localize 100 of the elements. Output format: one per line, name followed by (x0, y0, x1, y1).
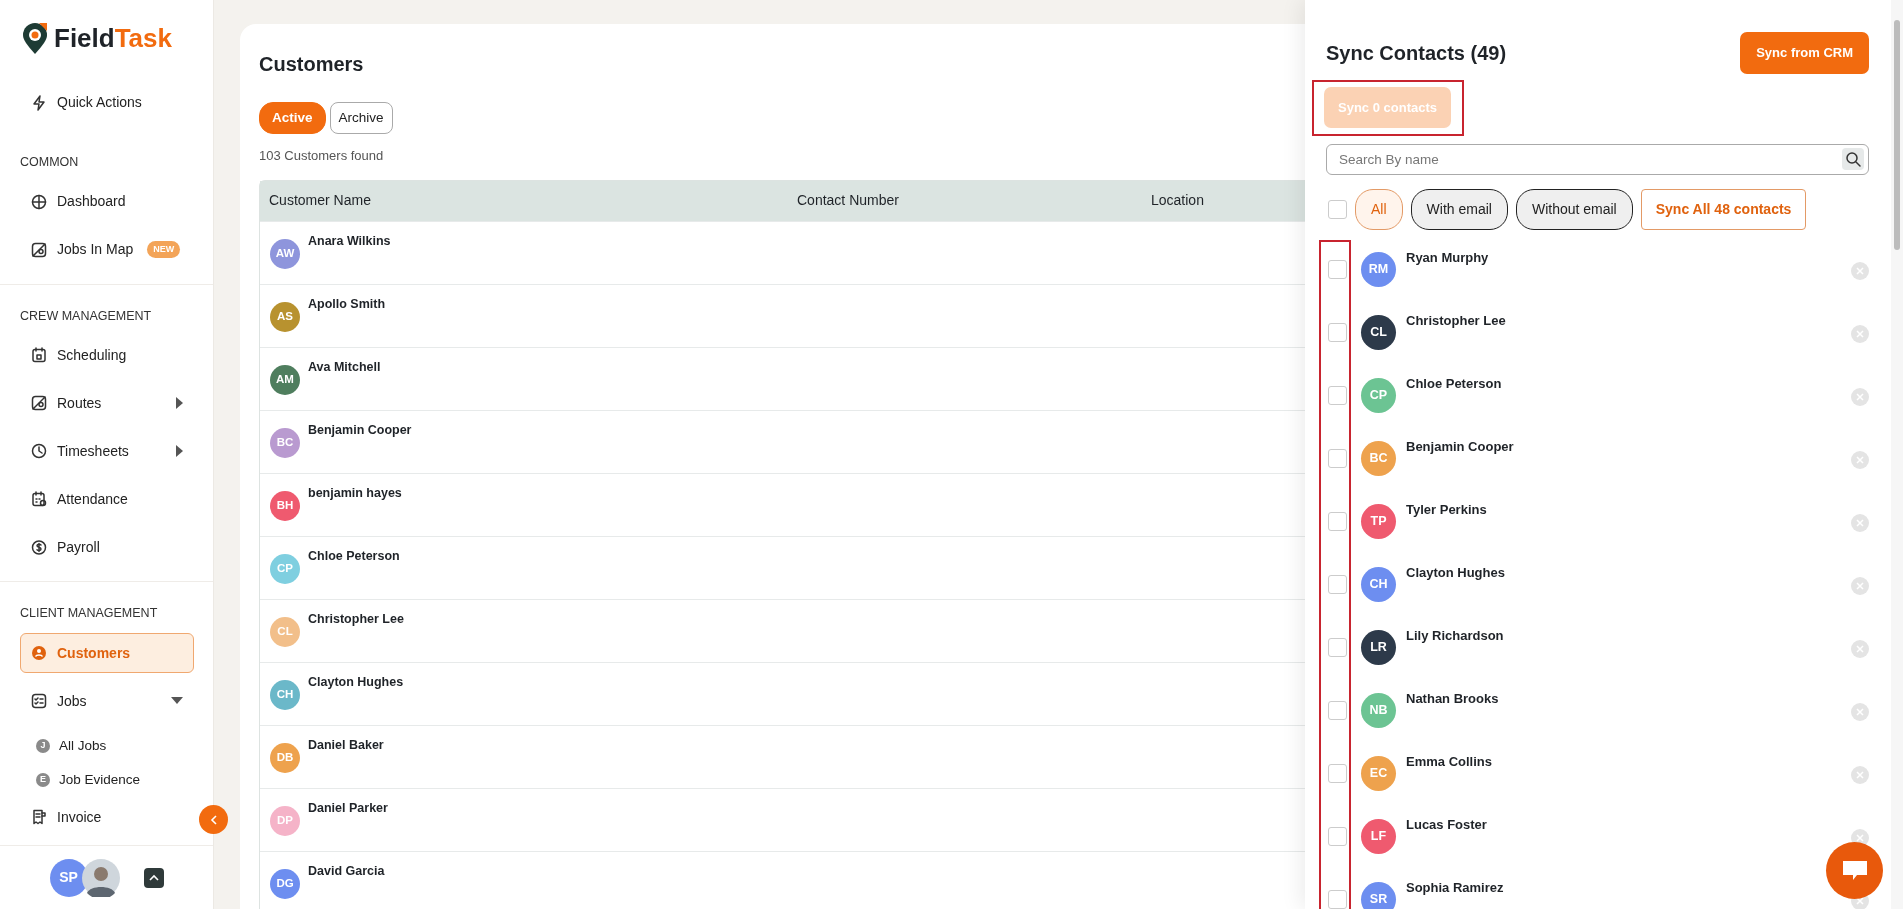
close-icon (1856, 834, 1864, 842)
customer-name[interactable]: Christopher Lee (308, 609, 404, 629)
sidebar-item[interactable]: Attendance (20, 479, 194, 520)
column-header: Contact Number (797, 192, 899, 209)
contact-name: Chloe Peterson (1406, 375, 1502, 393)
column-header: Location (1151, 192, 1204, 209)
filter-pill[interactable]: With email (1410, 189, 1508, 230)
chat-button[interactable] (1826, 842, 1883, 899)
customer-avatar: DG (270, 868, 300, 899)
customer-name[interactable]: Apollo Smith (308, 294, 386, 314)
contact-name: Ryan Murphy (1406, 249, 1489, 267)
sidebar-item[interactable]: Scheduling (20, 335, 194, 376)
contact-avatar: BC (1361, 441, 1396, 476)
section-heading: CLIENT MANAGEMENT (19, 605, 159, 623)
result-count: 103 Customers found (259, 147, 384, 166)
profile-avatar[interactable] (81, 858, 120, 897)
sidebar-item[interactable]: Payroll (20, 527, 194, 568)
customer-name[interactable]: Chloe Peterson (308, 546, 400, 566)
close-icon (1856, 708, 1864, 716)
contact-name: Lily Richardson (1406, 627, 1504, 645)
contact-checkbox[interactable] (1328, 386, 1347, 405)
customer-avatar: CP (270, 553, 300, 584)
calendar-icon (31, 347, 47, 364)
section-heading: CREW MANAGEMENT (19, 307, 153, 325)
person-icon (31, 645, 47, 662)
contact-name: Emma Collins (1406, 753, 1492, 771)
contact-name: Benjamin Cooper (1406, 438, 1514, 456)
customer-name[interactable]: Clayton Hughes (308, 672, 404, 692)
expand-up-icon[interactable] (143, 867, 164, 888)
sidebar-item[interactable]: Jobs (20, 681, 194, 722)
customer-name[interactable]: Daniel Baker (308, 735, 384, 755)
close-icon (1856, 582, 1864, 590)
contact-checkbox[interactable] (1328, 701, 1347, 720)
contact-name: Tyler Perkins (1406, 501, 1487, 519)
sidebar-item[interactable]: Timesheets (20, 431, 194, 472)
logo-icon (22, 22, 48, 55)
contact-avatar: CP (1361, 378, 1396, 413)
customer-avatar: AW (270, 238, 300, 269)
customer-avatar: AS (270, 301, 300, 332)
customer-avatar: AM (270, 364, 300, 395)
lightning-icon (31, 94, 47, 111)
contact-avatar: NB (1361, 693, 1396, 728)
close-icon (1856, 771, 1864, 779)
customer-name[interactable]: Daniel Parker (308, 798, 388, 818)
collapse-button[interactable] (199, 805, 228, 834)
customer-name[interactable]: Ava Mitchell (308, 357, 381, 377)
customer-name[interactable]: benjamin hayes (308, 483, 402, 503)
scrollbar[interactable] (1891, 0, 1903, 909)
close-icon (1856, 456, 1864, 464)
filter-tab[interactable]: Archive (329, 102, 393, 135)
page-title: Customers (259, 52, 364, 76)
search-icon[interactable] (1842, 148, 1864, 170)
chevron-left-icon (209, 814, 218, 825)
sidebar-item[interactable]: Jobs In Map NEW (20, 229, 194, 270)
search-field[interactable]: Search By name (1326, 144, 1869, 175)
close-icon (1856, 897, 1864, 905)
clock-icon (31, 443, 47, 460)
contact-avatar: EC (1361, 756, 1396, 791)
contact-checkbox[interactable] (1328, 827, 1347, 846)
contact-checkbox[interactable] (1328, 512, 1347, 531)
checklist-icon (31, 693, 47, 710)
column-header: Customer Name (269, 192, 371, 209)
contact-name: Christopher Lee (1406, 312, 1506, 330)
customer-name[interactable]: Benjamin Cooper (308, 420, 412, 440)
map-icon (31, 395, 47, 412)
contact-checkbox[interactable] (1328, 638, 1347, 657)
contact-checkbox[interactable] (1328, 449, 1347, 468)
filter-pill[interactable]: Without email (1515, 189, 1633, 230)
contact-avatar: LR (1361, 630, 1396, 665)
close-icon (1856, 267, 1864, 275)
close-icon (1856, 330, 1864, 338)
contact-name: Sophia Ramirez (1406, 879, 1504, 897)
contact-checkbox[interactable] (1328, 890, 1347, 909)
sidebar-item[interactable]: Dashboard (20, 181, 194, 222)
customer-name[interactable]: Anara Wilkins (308, 231, 391, 251)
contact-checkbox[interactable] (1328, 575, 1347, 594)
contact-avatar: CL (1361, 315, 1396, 350)
sidebar-subitem[interactable]: E Job Evidence (0, 763, 141, 798)
sync-all-button[interactable]: Sync All 48 contacts (1640, 189, 1807, 230)
sidebar-item[interactable]: Routes (20, 383, 194, 424)
contact-checkbox[interactable] (1328, 260, 1347, 279)
customer-avatar: CH (270, 679, 300, 710)
panel-title: Sync Contacts (49) (1326, 40, 1507, 65)
contact-name: Nathan Brooks (1406, 690, 1499, 708)
customer-name[interactable]: David Garcia (308, 861, 385, 881)
grid-icon (31, 193, 47, 210)
sidebar-subitem[interactable]: J All Jobs (0, 729, 107, 764)
customer-avatar: BH (270, 490, 300, 521)
contact-avatar: RM (1361, 252, 1396, 287)
map-icon (31, 241, 47, 258)
contact-name: Lucas Foster (1406, 816, 1487, 834)
contact-checkbox[interactable] (1328, 764, 1347, 783)
close-icon (1856, 645, 1864, 653)
sidebar-item[interactable]: Invoice (20, 797, 194, 838)
quick-actions-link[interactable]: Quick Actions (20, 82, 194, 123)
select-all-checkbox[interactable] (1328, 200, 1347, 219)
contact-checkbox[interactable] (1328, 323, 1347, 342)
contact-avatar: TP (1361, 504, 1396, 539)
contact-avatar: LF (1361, 819, 1396, 854)
new-badge: NEW (147, 240, 181, 259)
